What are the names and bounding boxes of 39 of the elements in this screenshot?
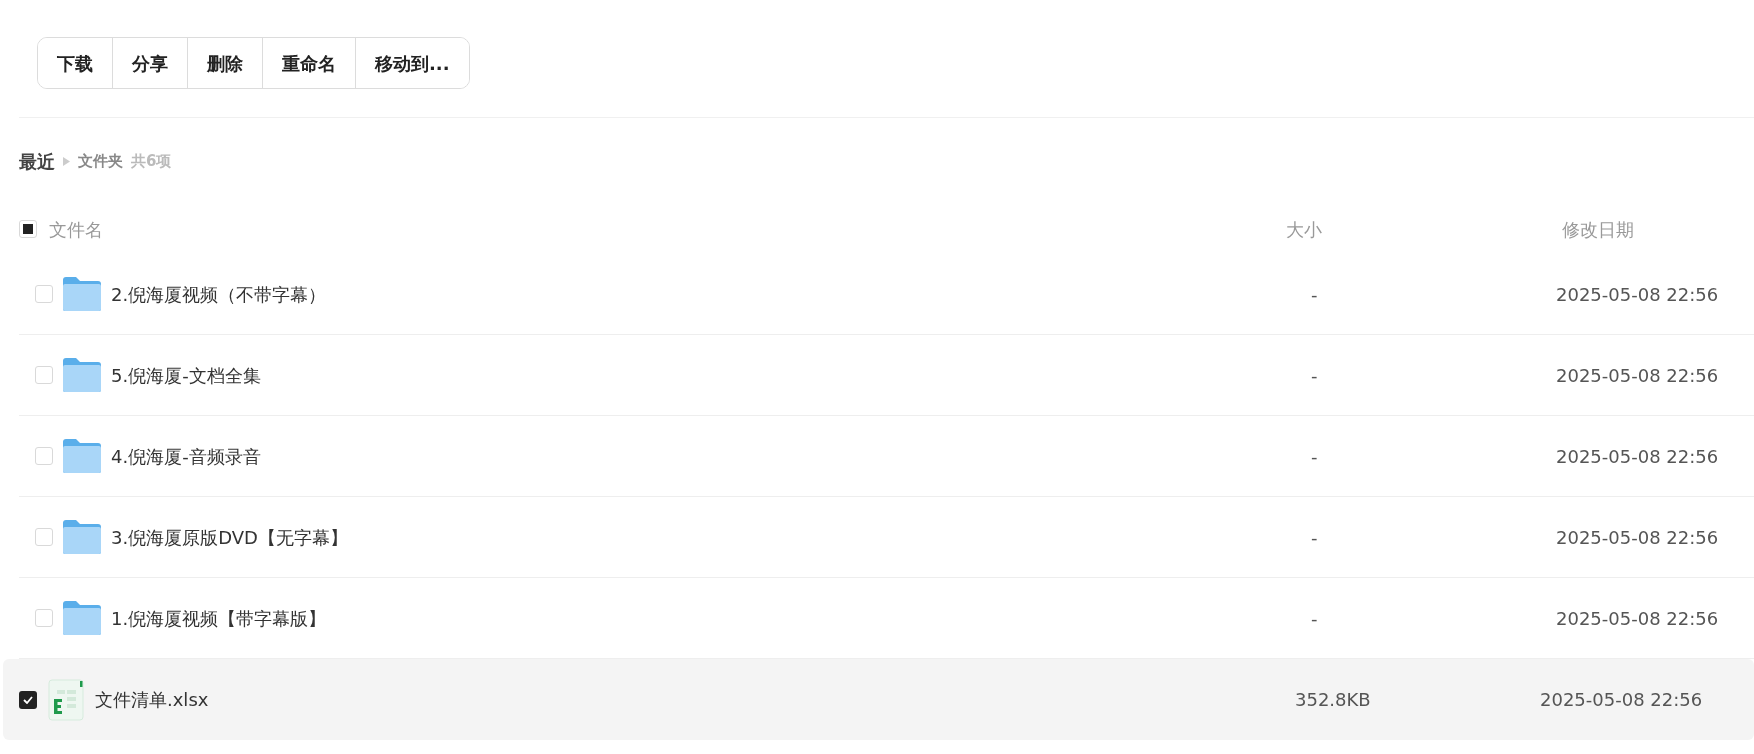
file-size: - bbox=[1311, 444, 1319, 469]
spreadsheet-file-icon bbox=[48, 678, 84, 721]
checkbox[interactable] bbox=[35, 366, 53, 384]
folder-icon bbox=[62, 600, 102, 636]
select-all-checkbox[interactable] bbox=[19, 220, 37, 238]
file-name[interactable]: 5.倪海厦-文档全集 bbox=[111, 361, 1311, 389]
modified-date: 2025-05-08 22:56 bbox=[1556, 525, 1719, 550]
checkbox[interactable] bbox=[35, 528, 53, 546]
checkbox[interactable] bbox=[19, 690, 37, 709]
folder-icon bbox=[62, 438, 102, 474]
file-name[interactable]: 文件清单.xlsx bbox=[95, 686, 1295, 713]
file-size: - bbox=[1311, 282, 1319, 307]
file-name[interactable]: 2.倪海厦视频（不带字幕） bbox=[111, 280, 1311, 308]
file-name[interactable]: 4.倪海厦-音频录音 bbox=[111, 442, 1311, 470]
modified-date: 2025-05-08 22:56 bbox=[1556, 444, 1719, 469]
item-count: 共6项 bbox=[131, 150, 172, 172]
indeterminate-icon bbox=[23, 224, 33, 234]
modified-date: 2025-05-08 22:56 bbox=[1556, 282, 1719, 307]
file-size: - bbox=[1311, 606, 1319, 631]
file-name[interactable]: 3.倪海厦原版DVD【无字幕】 bbox=[111, 523, 1311, 551]
folder-icon bbox=[62, 357, 102, 393]
file-size: - bbox=[1311, 525, 1319, 550]
chevron-right-icon bbox=[63, 156, 70, 166]
checkbox[interactable] bbox=[35, 285, 53, 303]
checkbox[interactable] bbox=[35, 447, 53, 465]
file-name[interactable]: 1.倪海厦视频【带字幕版】 bbox=[111, 604, 1311, 632]
breadcrumb-current: 文件夹 bbox=[78, 150, 123, 172]
file-row[interactable]: 文件清单.xlsx 352.8KB 2025-05-08 22:56 bbox=[3, 659, 1754, 740]
file-size: - bbox=[1311, 363, 1319, 388]
breadcrumb-link[interactable]: 最近 bbox=[19, 147, 55, 175]
modified-date: 2025-05-08 22:56 bbox=[1556, 606, 1719, 631]
file-size: 352.8KB bbox=[1295, 688, 1372, 712]
folder-icon bbox=[62, 276, 102, 312]
modified-date: 2025-05-08 22:56 bbox=[1556, 363, 1719, 388]
toolbar-button[interactable]: 移动到... bbox=[355, 38, 469, 88]
modified-date: 2025-05-08 22:56 bbox=[1540, 688, 1703, 712]
checkmark-icon bbox=[23, 695, 33, 704]
checkbox[interactable] bbox=[35, 609, 53, 627]
folder-icon bbox=[62, 519, 102, 555]
